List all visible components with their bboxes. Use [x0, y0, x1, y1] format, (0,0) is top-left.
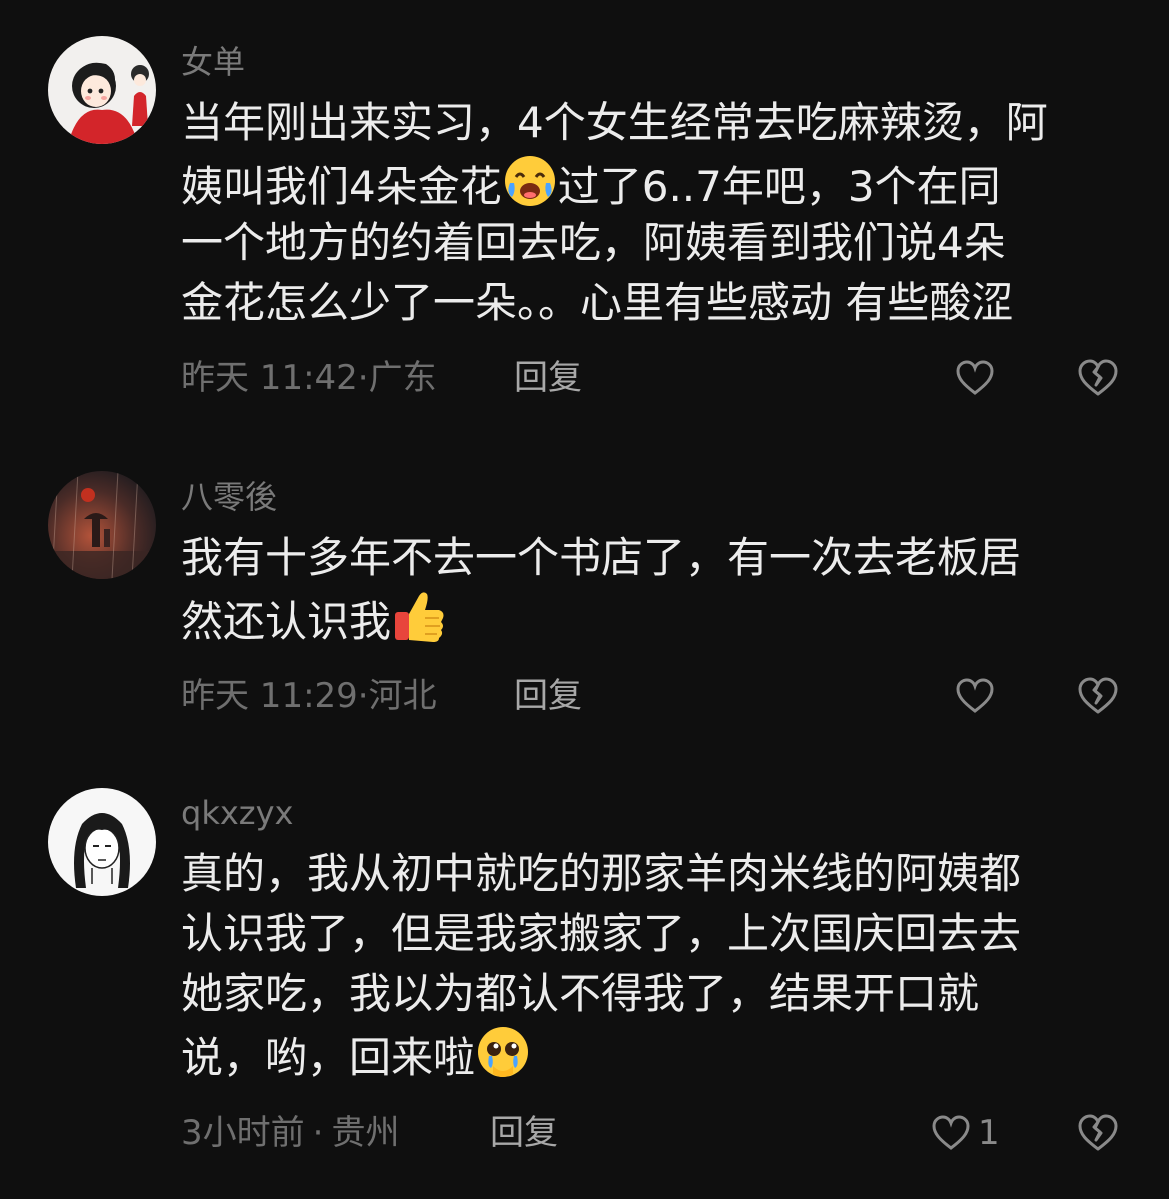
- timestamp: 昨天 11:29: [181, 676, 358, 716]
- username[interactable]: qkxzyx: [181, 793, 293, 833]
- username[interactable]: 八零後: [181, 477, 277, 517]
- timestamp: 3小时前: [181, 1113, 305, 1153]
- teary-eyed-emoji-icon: [478, 1027, 529, 1077]
- comment-line: 我有十多年不去一个书店了，有一次去老板居: [181, 533, 1022, 582]
- location: 河北: [368, 676, 437, 716]
- reply-button[interactable]: 回复: [514, 356, 582, 400]
- broken-heart-icon: [1078, 1114, 1118, 1151]
- comment-line: 一个地方的约着回去吃，阿姨看到我们说4朵: [181, 218, 1006, 267]
- comment-line-segment: 过了6..7年吧，3个在同: [557, 162, 1001, 211]
- meta-separator: ·: [312, 1113, 324, 1153]
- username[interactable]: 女单: [181, 42, 245, 82]
- comment-line: 当年刚出来实习，4个女生经常去吃麻辣烫，阿: [181, 98, 1048, 147]
- comment-text: 真的，我从初中就吃的那家羊肉米线的阿姨都 认识我了，但是我家搬家了，上次国庆回去…: [181, 844, 1141, 1084]
- avatar[interactable]: [48, 471, 156, 579]
- heart-icon: [956, 360, 994, 395]
- heart-icon: [932, 1115, 970, 1150]
- avatar-sketch-girl-icon: [48, 788, 156, 896]
- dislike-button[interactable]: [1076, 1111, 1120, 1155]
- meta-separator: ·: [357, 358, 369, 398]
- comment-text: 当年刚出来实习，4个女生经常去吃麻辣烫，阿 姨叫我们4朵金花 过了6..7年吧，…: [181, 93, 1141, 333]
- timestamp: 昨天 11:42: [181, 358, 358, 398]
- comment-line: 然还认识我: [181, 588, 1141, 648]
- comment-line-segment: 说，哟，回来啦: [181, 1033, 476, 1082]
- comment-line: 说，哟，回来啦: [181, 1024, 1141, 1084]
- meta-separator: ·: [357, 676, 369, 716]
- location: 贵州: [331, 1113, 400, 1153]
- laughing-crying-emoji-icon: [504, 156, 555, 206]
- avatar[interactable]: [48, 788, 156, 896]
- comment-meta: 昨天 11:42·广东: [181, 356, 437, 400]
- like-button[interactable]: [954, 356, 996, 400]
- comment-meta: 昨天 11:29·河北: [181, 674, 437, 718]
- comment-line-segment: 然还认识我: [181, 597, 392, 646]
- broken-heart-icon: [1078, 677, 1118, 714]
- comment-line: 认识我了，但是我家搬家了，上次国庆回去去: [181, 909, 1022, 958]
- reply-button[interactable]: 回复: [490, 1111, 558, 1155]
- like-button[interactable]: 1: [930, 1111, 1000, 1155]
- broken-heart-icon: [1078, 359, 1118, 396]
- heart-icon: [956, 678, 994, 713]
- comment-line: 真的，我从初中就吃的那家羊肉米线的阿姨都: [181, 849, 1022, 898]
- comment-line: 她家吃，我以为都认不得我了，结果开口就: [181, 969, 980, 1018]
- dislike-button[interactable]: [1076, 674, 1120, 718]
- comment-line: 金花怎么少了一朵。。心里有些感动 有些酸涩: [181, 278, 1014, 327]
- avatar-rainy-night-scene-icon: [48, 471, 156, 579]
- avatar-girl-red-dress-icon: [48, 36, 156, 144]
- thumbs-up-emoji-icon: [395, 592, 444, 642]
- location: 广东: [368, 358, 437, 398]
- comment-text: 我有十多年不去一个书店了，有一次去老板居 然还认识我: [181, 528, 1141, 648]
- dislike-button[interactable]: [1076, 356, 1120, 400]
- like-count: 1: [978, 1113, 1000, 1153]
- like-button[interactable]: [954, 674, 996, 718]
- comment-line-segment: 姨叫我们4朵金花: [181, 162, 502, 211]
- reply-button[interactable]: 回复: [514, 674, 582, 718]
- comment-line: 姨叫我们4朵金花 过了6..7年吧，3个在同: [181, 153, 1141, 213]
- avatar[interactable]: [48, 36, 156, 144]
- comment-meta: 3小时前 · 贵州: [181, 1111, 399, 1155]
